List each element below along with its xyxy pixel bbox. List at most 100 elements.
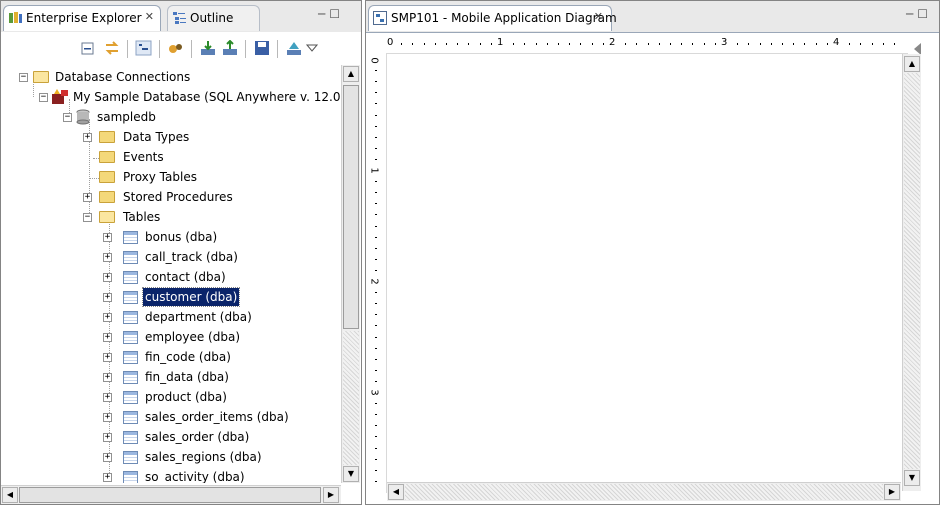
table-icon (123, 331, 138, 344)
scroll-left-icon[interactable]: ◀ (2, 487, 18, 503)
ruler-tick (849, 43, 851, 45)
view-menu-icon[interactable] (306, 40, 318, 56)
close-tab-icon[interactable]: ✕ (145, 10, 154, 23)
tab-outline[interactable]: Outline (167, 5, 260, 31)
scroll-track[interactable] (343, 331, 359, 465)
ruler-tick (375, 236, 377, 238)
deploy-icon[interactable] (285, 40, 303, 56)
tree-horizontal-scrollbar[interactable]: ◀ ▶ (1, 485, 341, 504)
expand-icon[interactable]: + (103, 373, 112, 382)
expand-icon[interactable]: + (103, 353, 112, 362)
scroll-up-icon[interactable]: ▲ (904, 56, 920, 72)
expand-icon[interactable]: + (103, 433, 112, 442)
table-icon (123, 431, 138, 444)
expand-icon[interactable]: + (103, 273, 112, 282)
ruler-tick (793, 43, 795, 45)
expand-icon[interactable]: + (103, 393, 112, 402)
diagram-horizontal-scrollbar[interactable]: ◀ ▶ (387, 482, 901, 501)
diagram-vertical-scrollbar[interactable]: ▲ ▼ (902, 54, 921, 491)
connect-icon[interactable] (167, 40, 185, 56)
ruler-tick (490, 43, 492, 45)
table-icon (123, 411, 138, 424)
scroll-track[interactable] (405, 484, 883, 500)
scroll-down-icon[interactable]: ▼ (904, 470, 920, 486)
collapse-icon[interactable]: − (39, 93, 48, 102)
ruler-label: 0 (368, 57, 380, 64)
scroll-thumb[interactable] (19, 487, 321, 503)
ruler-tick (782, 43, 783, 45)
collapse-all-icon[interactable] (79, 40, 97, 56)
right-window-controls: ─☐ (906, 7, 932, 21)
expand-icon[interactable]: + (83, 193, 92, 202)
toolbar-separator (127, 40, 128, 58)
minimize-icon[interactable]: ─ (906, 7, 917, 21)
tab-enterprise-explorer[interactable]: Enterprise Explorer ✕ (3, 5, 161, 31)
table-icon (123, 311, 138, 324)
toolbar-separator (245, 40, 246, 58)
maximize-icon[interactable]: ☐ (329, 7, 344, 21)
tree-node-label: Tables (123, 210, 161, 224)
expand-icon[interactable]: + (103, 313, 112, 322)
save-icon[interactable] (253, 40, 271, 56)
expand-icon[interactable]: + (103, 253, 112, 262)
tree-node-label: so_activity (dba) (145, 470, 245, 483)
table-icon (123, 451, 138, 464)
scroll-right-icon[interactable]: ▶ (323, 487, 339, 503)
ruler-label: 0 (387, 37, 394, 48)
export-icon[interactable] (221, 40, 239, 56)
scroll-track[interactable] (904, 73, 920, 469)
tree-view-icon[interactable] (135, 40, 153, 56)
ruler-tick (479, 43, 481, 45)
ruler-tick (602, 43, 604, 45)
expand-icon[interactable]: + (103, 293, 112, 302)
ruler-tick (375, 425, 377, 427)
outline-icon (173, 12, 186, 24)
toolbar-separator (191, 40, 192, 58)
ruler-tick (815, 43, 817, 45)
toolbar-separator (277, 40, 278, 58)
ruler-tick (860, 43, 862, 45)
ruler-label: 3 (368, 389, 380, 396)
tab-mobile-application-diagram[interactable]: SMP101 - Mobile Application Diagram ✕ (368, 5, 617, 31)
expand-icon[interactable]: + (103, 473, 112, 482)
tree-node-label: call_track (dba) (145, 250, 238, 264)
vertical-ruler: 0 1 2 3 (366, 53, 387, 493)
open-folder-icon (33, 71, 49, 83)
expand-icon[interactable]: + (83, 133, 92, 142)
explorer-toolbar (1, 32, 361, 63)
ruler-tick (591, 43, 593, 45)
scroll-down-icon[interactable]: ▼ (343, 466, 359, 482)
close-tab-icon[interactable]: ✕ (594, 10, 603, 23)
collapse-icon[interactable]: − (63, 113, 72, 122)
tree-node-label: fin_data (dba) (145, 370, 229, 384)
table-icon (123, 251, 138, 264)
maximize-icon[interactable]: ☐ (917, 7, 932, 21)
ruler-tick (446, 43, 447, 45)
folder-icon (99, 151, 115, 163)
import-icon[interactable] (199, 40, 217, 56)
scroll-thumb[interactable] (343, 85, 359, 329)
scroll-up-icon[interactable]: ▲ (343, 66, 359, 82)
tree-node-label: customer (dba) (141, 287, 241, 307)
ruler-tick (375, 292, 377, 294)
ruler-tick (558, 43, 559, 45)
expand-icon[interactable]: + (103, 233, 112, 242)
minimize-icon[interactable]: ─ (318, 7, 329, 21)
expand-icon[interactable]: + (103, 333, 112, 342)
scroll-right-icon[interactable]: ▶ (884, 484, 900, 500)
ruler-tick (636, 43, 638, 45)
table-icon (123, 371, 138, 384)
expand-icon[interactable]: + (103, 413, 112, 422)
tree-node-label: bonus (dba) (145, 230, 218, 244)
collapse-icon[interactable]: − (83, 213, 92, 222)
ruler-label: 3 (721, 37, 728, 48)
diagram-canvas[interactable] (387, 54, 899, 474)
collapse-icon[interactable]: − (19, 73, 28, 82)
tab-outline-label: Outline (190, 11, 234, 25)
scroll-left-icon[interactable]: ◀ (388, 484, 404, 500)
expand-icon[interactable]: + (103, 453, 112, 462)
tree-vertical-scrollbar[interactable]: ▲ ▼ (341, 65, 360, 483)
tree-node-label: product (dba) (145, 390, 227, 404)
ruler-tick (375, 414, 377, 416)
link-with-editor-icon[interactable] (103, 40, 121, 56)
